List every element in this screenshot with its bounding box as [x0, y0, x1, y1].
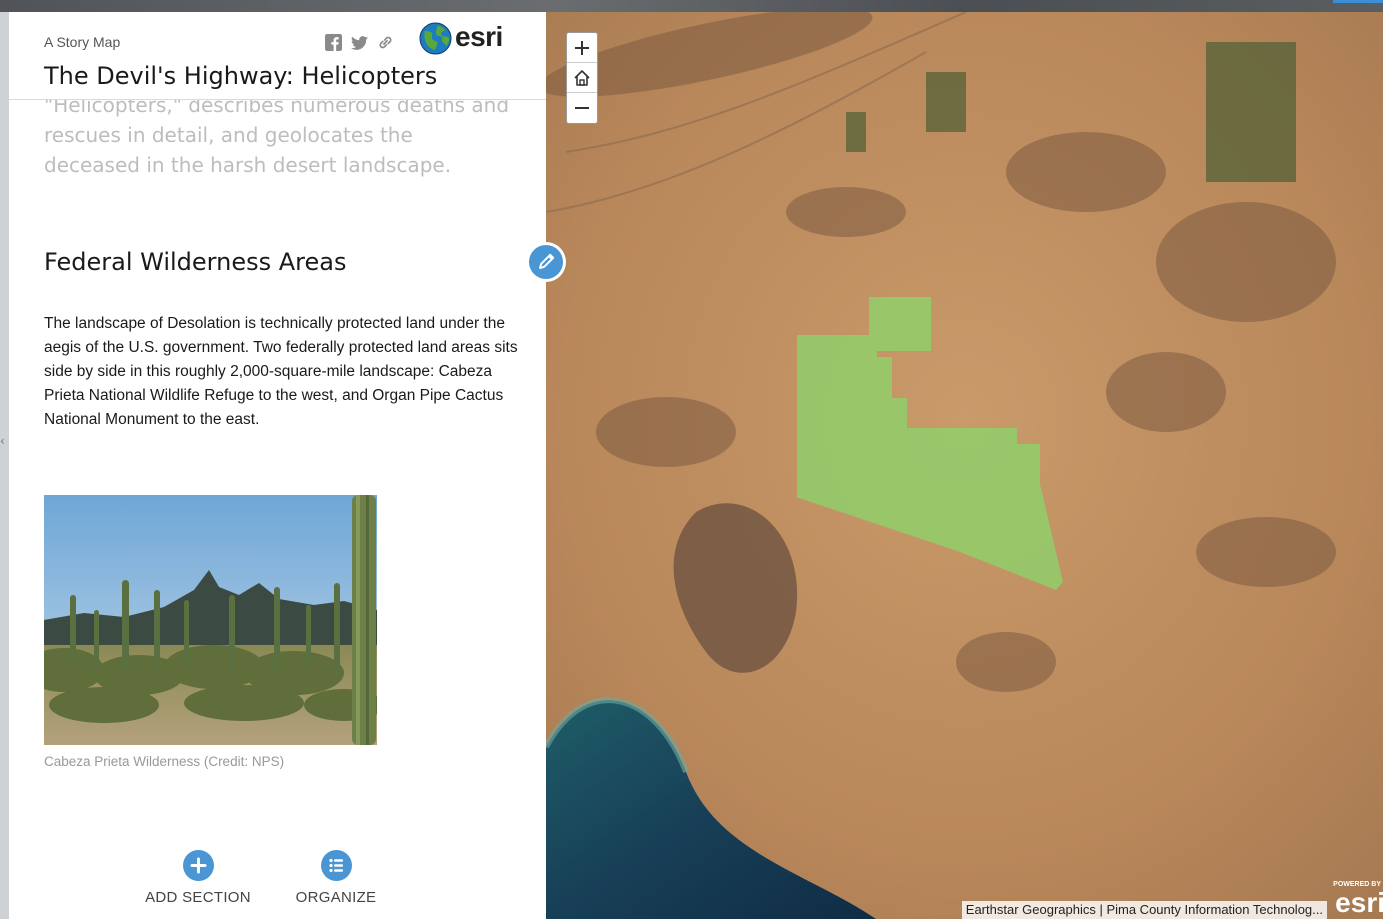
left-gutter: ‹	[0, 12, 9, 919]
esri-logo-text: esri	[455, 21, 503, 52]
map-attribution[interactable]: Earthstar Geographics | Pima County Info…	[961, 901, 1327, 919]
collapse-chevron-icon[interactable]: ‹	[0, 434, 5, 448]
minus-icon[interactable]	[567, 93, 597, 123]
page-title: The Devil's Highway: Helicopters	[44, 62, 438, 90]
home-icon[interactable]	[567, 63, 597, 93]
twitter-icon[interactable]	[351, 34, 368, 51]
section-title: Federal Wilderness Areas	[44, 248, 347, 276]
section-body: The landscape of Desolation is technical…	[44, 315, 518, 428]
top-strip	[0, 0, 1383, 12]
intro-text-faded: "Helicopters," describes numerous deaths…	[44, 93, 510, 177]
powered-by-esri[interactable]: POWERED BY esri	[1333, 879, 1383, 919]
organize-button[interactable]: ORGANIZE	[276, 850, 396, 906]
satellite-map[interactable]: Earthstar Geographics | Pima County Info…	[546, 12, 1383, 919]
esri-logo[interactable]: esri	[419, 21, 515, 56]
image-caption: Cabeza Prieta Wilderness (Credit: NPS)	[44, 754, 285, 769]
list-icon	[320, 850, 352, 881]
edit-section-button[interactable]	[526, 242, 566, 282]
link-icon[interactable]	[377, 34, 394, 51]
plus-icon[interactable]	[567, 33, 597, 63]
side-panel: A Story Map The Devil's Highway: Helicop…	[9, 12, 546, 919]
story-map-subtitle: A Story Map	[44, 34, 121, 50]
map-imagery	[546, 12, 1383, 919]
powered-by-logo: esri	[1335, 887, 1383, 918]
top-accent-bar	[1333, 0, 1383, 3]
organize-label: ORGANIZE	[295, 889, 377, 906]
panel-header: A Story Map The Devil's Highway: Helicop…	[9, 12, 546, 100]
cabeza-prieta-photo	[44, 495, 377, 745]
pencil-icon	[529, 245, 563, 279]
zoom-control	[566, 32, 598, 124]
esri-globe-icon	[419, 22, 452, 55]
add-section-button[interactable]: ADD SECTION	[138, 850, 258, 906]
facebook-icon[interactable]	[325, 34, 342, 51]
add-icon	[182, 850, 214, 881]
add-section-label: ADD SECTION	[145, 889, 251, 906]
